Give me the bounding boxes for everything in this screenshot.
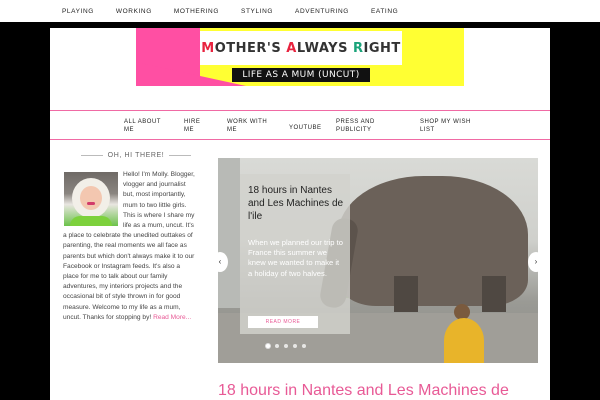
top-menu-playing[interactable]: PLAYING (62, 8, 94, 15)
slider-next-arrow[interactable]: › (528, 252, 544, 272)
slider-pagination (266, 344, 326, 348)
slide-child (444, 318, 484, 363)
nav-shop-my-wish-list[interactable]: SHOP MY WISH LIST (420, 118, 476, 134)
top-menu-mothering[interactable]: MOTHERING (174, 8, 219, 15)
logo-subtitle: LIFE AS A MUM (UNCUT) (232, 68, 370, 82)
top-menu-eating[interactable]: EATING (371, 8, 398, 15)
nav-youtube[interactable]: YOUTUBE (289, 124, 322, 132)
slider-dot[interactable] (284, 344, 288, 348)
slider-prev-arrow[interactable]: ‹ (212, 252, 228, 272)
logo-word: IGHT (363, 40, 401, 56)
post-title[interactable]: 18 hours in Nantes and Les Machines de (218, 382, 548, 400)
read-more-link[interactable]: Read More... (153, 314, 191, 321)
top-menu: PLAYING WORKING MOTHERING STYLING ADVENT… (0, 0, 600, 22)
slide-title[interactable]: 18 hours in Nantes and Les Machines de l… (248, 184, 344, 223)
slide-building (218, 158, 240, 308)
nav-press-and-publicity[interactable]: PRESS AND PUBLICITY (336, 118, 382, 134)
slider-dot[interactable] (266, 344, 270, 348)
logo-letter: A (286, 40, 297, 56)
logo-letter: M (201, 40, 215, 56)
main-nav: ALL ABOUT ME HIRE ME WORK WITH ME YOUTUB… (50, 110, 550, 140)
avatar-spacer (63, 170, 123, 230)
nav-hire-me[interactable]: HIRE ME (184, 118, 208, 134)
logo-letter: R (352, 40, 364, 56)
featured-slider[interactable]: 18 hours in Nantes and Les Machines de l… (218, 158, 538, 363)
top-menu-adventuring[interactable]: ADVENTURING (295, 8, 349, 15)
slide-elephant-leg (394, 276, 418, 312)
logo-word: LWAYS (296, 40, 353, 56)
slide-elephant-leg (482, 276, 506, 312)
logo-title: M OTHER'S A LWAYS R IGHT (200, 31, 402, 65)
slide-excerpt: When we planned our trip to France this … (248, 238, 343, 278)
slider-dot[interactable] (302, 344, 306, 348)
nav-all-about-me[interactable]: ALL ABOUT ME (124, 118, 164, 134)
sidebar-title: OH, HI THERE! (72, 152, 200, 159)
top-menu-working[interactable]: WORKING (116, 8, 152, 15)
slider-dot[interactable] (275, 344, 279, 348)
slider-dot[interactable] (293, 344, 297, 348)
page-content: M OTHER'S A LWAYS R IGHT LIFE AS A MUM (UNC… (50, 28, 550, 400)
nav-work-with-me[interactable]: WORK WITH ME (227, 118, 271, 134)
sidebar-bio: Hello! I'm Molly. Blogger, vlogger and j… (63, 170, 195, 323)
top-menu-styling[interactable]: STYLING (241, 8, 273, 15)
logo-word: OTHER'S (214, 40, 287, 56)
read-more-button[interactable]: READ MORE (248, 316, 318, 328)
site-logo[interactable]: M OTHER'S A LWAYS R IGHT LIFE AS A MUM (UNC… (136, 28, 464, 86)
